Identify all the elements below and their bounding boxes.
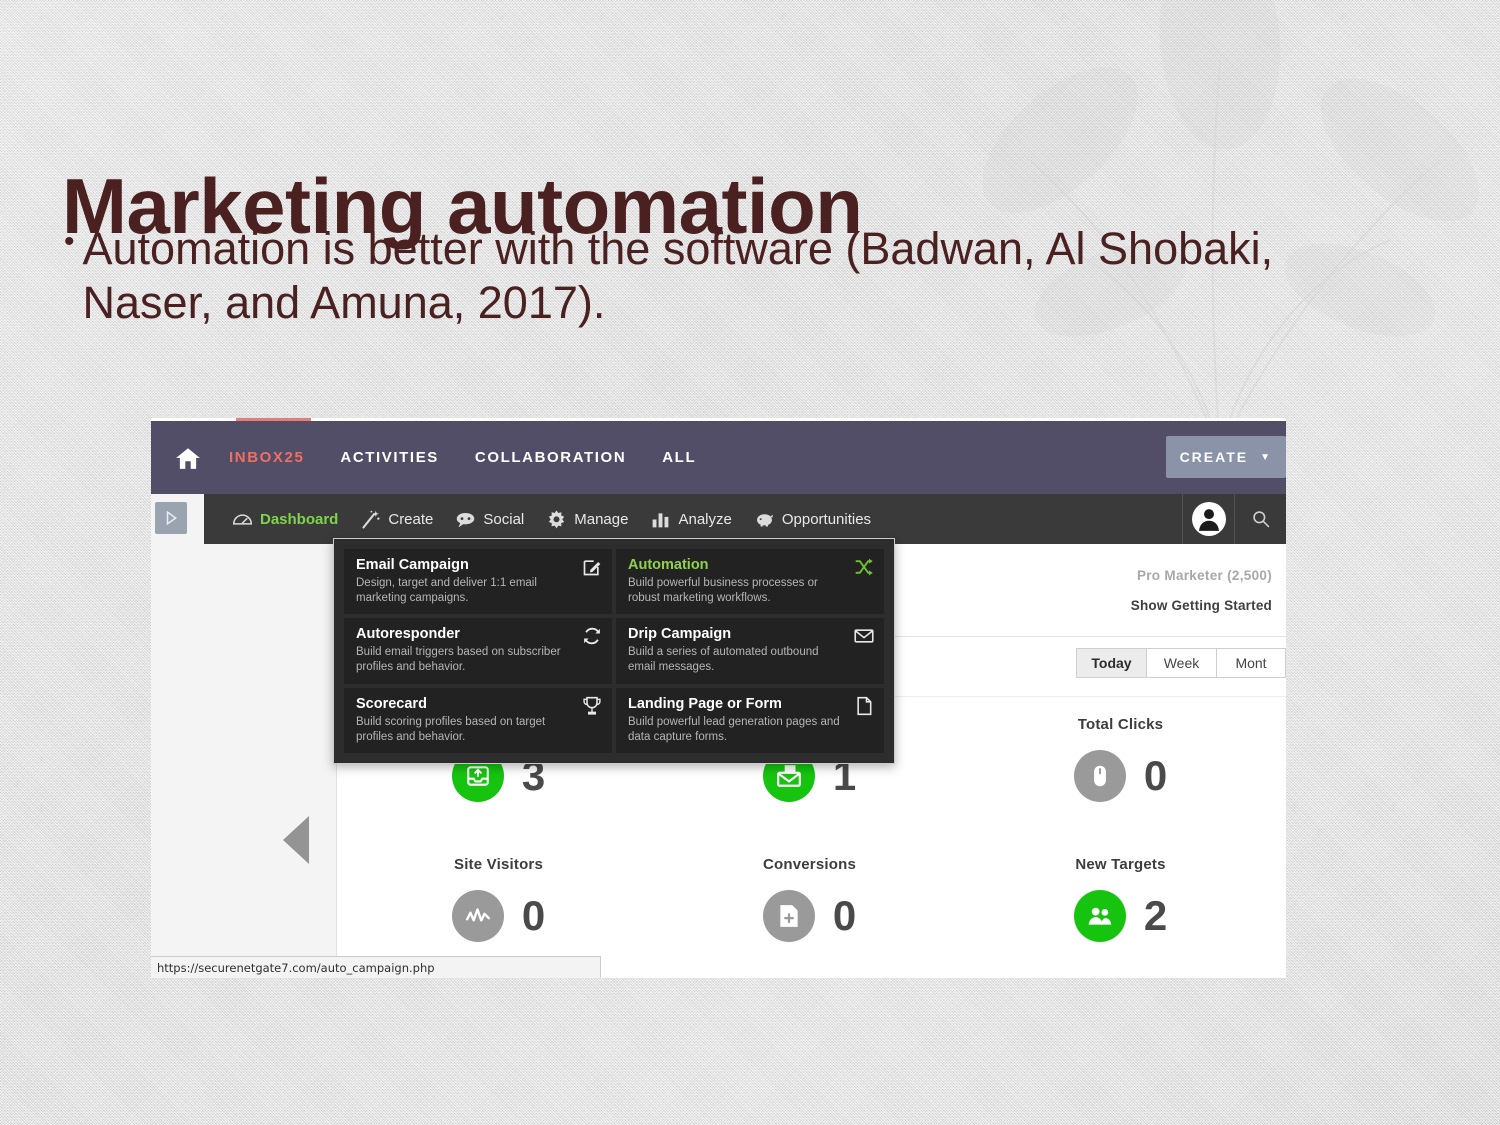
browser-status-bar: https://securenetgate7.com/auto_campaign… <box>151 956 601 978</box>
stat-label: Conversions <box>762 856 857 873</box>
stat-row: 0 <box>1073 750 1168 802</box>
nav-item-activities[interactable]: ACTIVITIES <box>340 449 439 466</box>
toolbar-item-manage[interactable]: Manage <box>546 509 628 530</box>
menu-item-title: Landing Page or Form <box>628 695 782 712</box>
envelope-icon <box>854 626 874 646</box>
tab-week[interactable]: Week <box>1146 648 1216 678</box>
refresh-cycle-icon <box>582 626 602 646</box>
menu-item-autoresponder[interactable]: Autoresponder Build email triggers based… <box>344 618 612 684</box>
bullet-text: Automation is better with the software (… <box>82 223 1274 329</box>
menu-item-drip-campaign[interactable]: Drip Campaign Build a series of automate… <box>616 618 884 684</box>
toolbar-label: Dashboard <box>260 510 339 528</box>
gear-icon <box>546 509 567 530</box>
pulse-line-icon <box>451 890 504 942</box>
stat-row: 2 <box>1073 890 1168 942</box>
shuffle-icon <box>854 557 874 577</box>
users-icon <box>1073 890 1126 942</box>
create-button[interactable]: CREATE ▼ <box>1165 436 1286 478</box>
menu-item-description: Build email triggers based on subscriber… <box>356 646 561 674</box>
left-side-panel <box>151 544 337 978</box>
menu-item-automation[interactable]: Automation Build powerful business proce… <box>616 549 884 615</box>
menu-item-email-campaign[interactable]: Email Campaign Design, target and delive… <box>344 549 612 615</box>
toolbar-item-create[interactable]: Create <box>360 509 433 530</box>
bullet-dot-icon: • <box>64 225 75 258</box>
toolbar-label: Social <box>483 510 525 528</box>
search-button[interactable] <box>1234 494 1286 544</box>
document-icon <box>854 696 874 716</box>
stat-label: Site Visitors <box>453 856 544 873</box>
toolbar-label: Analyze <box>678 510 732 528</box>
menu-item-description: Build a series of automated outbound ema… <box>628 646 819 674</box>
bar-chart-icon <box>650 509 671 530</box>
nav-item-inbox25[interactable]: INBOX25 <box>229 449 304 466</box>
date-range-tabs: Today Week Mont <box>1076 648 1286 678</box>
toolbar-label: Create <box>388 510 434 528</box>
menu-item-title: Automation <box>628 557 709 573</box>
menu-item-scorecard[interactable]: Scorecard Build scoring profiles based o… <box>344 687 612 754</box>
gauge-icon <box>232 509 253 530</box>
stat-tile: Total Clicks 0 <box>965 704 1276 844</box>
status-bar-url: https://securenetgate7.com/auto_campaign… <box>157 960 435 975</box>
plan-label: Pro Marketer (2,500) <box>1136 568 1272 583</box>
stat-value: 0 <box>1143 752 1168 799</box>
menu-item-landing-page-or-form[interactable]: Landing Page or Form Build powerful lead… <box>616 687 884 754</box>
toolbar-item-analyze[interactable]: Analyze <box>650 509 732 530</box>
user-account-button[interactable] <box>1182 494 1234 544</box>
stat-value: 0 <box>832 892 857 939</box>
search-icon <box>1252 511 1269 528</box>
menu-item-title: Drip Campaign <box>628 626 732 643</box>
stat-label: New Targets <box>1075 856 1166 873</box>
expand-panel-handle[interactable] <box>155 502 187 534</box>
embedded-app-screenshot: INBOX25 ACTIVITIES COLLABORATION ALL CRE… <box>151 418 1286 978</box>
dropdown-grid: Email Campaign Design, target and delive… <box>344 549 884 754</box>
toolbar-item-social[interactable]: Social <box>455 509 524 530</box>
magic-wand-icon <box>360 509 381 530</box>
stat-row: 0 <box>451 890 546 942</box>
menu-item-description: Design, target and deliver 1:1 email mar… <box>356 577 537 604</box>
show-getting-started-link[interactable]: Show Getting Started <box>1131 598 1272 613</box>
nav-item-all[interactable]: ALL <box>662 449 696 466</box>
stat-label: Total Clicks <box>1077 716 1164 733</box>
user-avatar-icon <box>1198 509 1219 531</box>
piggy-bank-icon <box>754 509 775 530</box>
toolbar-label: Opportunities <box>781 510 872 528</box>
top-navigation-bar: INBOX25 ACTIVITIES COLLABORATION ALL CRE… <box>151 421 1286 494</box>
menu-item-title: Email Campaign <box>356 557 469 573</box>
toolbar-label: Manage <box>574 510 629 528</box>
create-button-label: CREATE <box>1179 449 1249 465</box>
stat-value: 2 <box>1143 892 1168 939</box>
list-item: • Automation is better with the software… <box>64 222 1344 331</box>
speech-bubble-icon <box>455 509 476 530</box>
menu-item-title: Scorecard <box>356 695 427 712</box>
compose-pencil-icon <box>582 557 602 577</box>
slide-bullet-list: • Automation is better with the software… <box>64 222 1344 331</box>
play-triangle-icon <box>166 511 177 525</box>
home-icon[interactable] <box>175 445 201 471</box>
toolbar-right-group <box>1182 494 1286 544</box>
stat-tile: New Targets 2 <box>965 844 1276 978</box>
stat-value: 0 <box>521 892 546 939</box>
tab-today[interactable]: Today <box>1076 648 1146 678</box>
menu-item-description: Build powerful lead generation pages and… <box>628 715 840 743</box>
nav-item-collaboration[interactable]: COLLABORATION <box>475 449 626 466</box>
stat-row: 0 <box>762 890 857 942</box>
stat-tile: Conversions 0 <box>654 844 965 978</box>
avatar <box>1191 502 1226 536</box>
left-triangle-icon[interactable] <box>283 816 309 864</box>
trophy-icon <box>582 696 602 716</box>
menu-item-title: Autoresponder <box>356 626 460 643</box>
menu-item-description: Build powerful business processes or rob… <box>628 577 818 604</box>
toolbar-item-dashboard[interactable]: Dashboard <box>232 509 338 530</box>
menu-item-description: Build scoring profiles based on target p… <box>356 715 546 743</box>
document-plus-icon <box>762 890 815 942</box>
app-toolbar: Dashboard Create Social Manage Analyze O… <box>204 494 1286 544</box>
chevron-down-icon: ▼ <box>1260 451 1272 463</box>
create-dropdown-menu: Email Campaign Design, target and delive… <box>333 538 895 765</box>
tab-month[interactable]: Mont <box>1216 648 1286 678</box>
toolbar-item-opportunities[interactable]: Opportunities <box>754 509 871 530</box>
mouse-icon <box>1073 750 1126 802</box>
